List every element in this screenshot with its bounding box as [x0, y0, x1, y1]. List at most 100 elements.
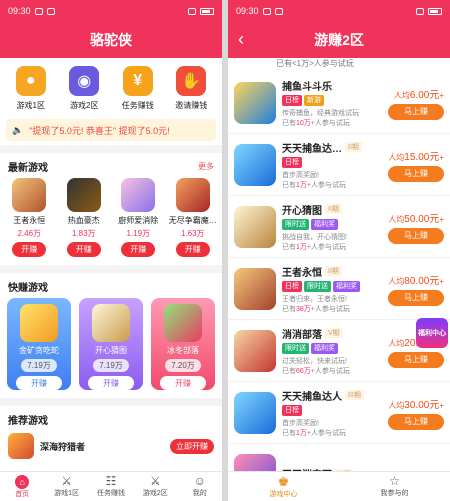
section-title: 快赚游戏	[8, 283, 48, 294]
tab-label: 游戏2区	[142, 490, 168, 497]
game-task-item[interactable]: 王者永恒 II期 日榜 限时送 福利奖 王者归来，王者永恒! 已有38万+人参与试玩 …	[228, 258, 450, 320]
participant-count: 已有1万+人参与试玩	[282, 428, 388, 438]
category-label: 邀请赚钱	[175, 101, 208, 110]
earn-now-button[interactable]: 马上赚	[388, 351, 444, 368]
participant-count: 已有38万+人参与试玩	[282, 304, 388, 314]
earn-now-button[interactable]: 马上赚	[388, 413, 444, 430]
participant-suffix: +人参与试玩	[310, 305, 350, 313]
game-card[interactable]: 无尽争霸魔… 1.63万 开赚	[167, 178, 219, 257]
category-game1[interactable]: ● 游戏1区	[7, 66, 55, 111]
reward-amount: 80.00元	[404, 275, 440, 287]
earn-now-button[interactable]: 马上赚	[388, 227, 444, 244]
game-name: 深海狩猎者	[40, 441, 86, 452]
period-badge: III期	[345, 390, 364, 400]
category-invite[interactable]: ✋ 邀请赚钱	[167, 66, 215, 111]
start-earn-button[interactable]: 立即开赚	[170, 438, 214, 454]
category-label: 游戏1区	[16, 101, 45, 110]
start-earn-button[interactable]: 开赚	[121, 242, 156, 257]
game-tag: 福利奖	[311, 342, 338, 354]
notice-bar: 🔈 "提现了5.0元! 恭喜王" 提现了5.0元!	[6, 119, 216, 141]
quick-game-card[interactable]: 金矿贪吃蛇 7.19万 开赚	[7, 298, 71, 390]
game-icon	[164, 304, 202, 342]
game-icon	[234, 453, 276, 471]
home-icon: ⌂	[15, 474, 30, 489]
quick-game-card[interactable]: 冰冬部落 7.20万 开赚	[151, 298, 215, 390]
game-name: 捕鱼斗斗乐	[282, 81, 332, 93]
welfare-center-button[interactable]: 福利中心	[416, 318, 448, 348]
game-task-item[interactable]: 天天消宝石V期	[228, 444, 450, 471]
tab-label: 我的	[192, 490, 207, 497]
tag-row: 限时送 福利奖	[282, 342, 388, 354]
game-task-item[interactable]: 捕鱼斗斗乐 日榜 新游 传奇捕鱼，经典游戏试玩 已有10万+人参与试玩 人均6.0…	[228, 72, 450, 134]
start-earn-button[interactable]: 开赚	[88, 376, 134, 390]
game-name: 王者永恒	[13, 216, 46, 225]
reward-amount: 30.00元	[404, 399, 440, 411]
tab-label: 游戏中心	[269, 490, 298, 498]
reward-amount: 50.00元	[404, 213, 440, 225]
reward-amount: 6.00元	[409, 89, 440, 101]
quick-game-card[interactable]: 开心猜图 7.19万 开赚	[79, 298, 143, 390]
earn-now-button[interactable]: 马上赚	[388, 289, 444, 306]
tab-game-center[interactable]: ♚ 游戏中心	[244, 473, 324, 499]
piggy-icon: ●	[15, 66, 46, 96]
tab-my-joined[interactable]: ☆ 我参与的	[355, 475, 435, 498]
latest-games-header: 最新游戏 更多	[0, 153, 222, 178]
start-earn-button[interactable]: 开赚	[66, 242, 101, 257]
participant-count: 已有10万+人参与试玩	[282, 118, 388, 128]
gamepad-icon: ⚔	[149, 474, 161, 488]
game-name: 冰冬部落	[167, 346, 199, 355]
participant-prefix: 已有	[282, 181, 296, 189]
game-icon	[234, 267, 276, 310]
category-task[interactable]: ¥ 任务赚钱	[114, 66, 162, 111]
tag-row: 日榜 限时送 福利奖	[282, 280, 388, 292]
tab-mine[interactable]: ☺ 我的	[178, 475, 222, 498]
game-info: 开心猜图 II期 限时送 福利奖 挑战自我，开心猜图! 已有1万+人参与试玩	[282, 202, 388, 252]
tab-game2[interactable]: ⚔ 游戏2区	[133, 475, 177, 498]
reward-text: 人均80.00元+	[388, 275, 444, 287]
participant-suffix: +人参与试玩	[306, 243, 346, 251]
game-task-item[interactable]: 天天捕鱼达… II期 日榜 首步高奖励! 已有1万+人参与试玩 人均15.00元+…	[228, 134, 450, 196]
game-desc: 首步高奖励!	[282, 419, 319, 427]
more-link[interactable]: 更多	[198, 161, 214, 172]
game-task-item[interactable]: 开心猜图 II期 限时送 福利奖 挑战自我，开心猜图! 已有1万+人参与试玩 人均5…	[228, 196, 450, 258]
participant-number: 10万	[296, 119, 311, 127]
game-name: 廚师爱消除	[118, 216, 159, 225]
game-icon	[66, 178, 101, 212]
game-icon	[234, 205, 276, 248]
reward-prefix: 人均	[388, 214, 405, 224]
back-arrow-icon[interactable]: ‹	[238, 29, 244, 50]
start-earn-button[interactable]: 开赚	[160, 376, 206, 390]
game-card[interactable]: 廚师爱消除 1.19万 开赚	[112, 178, 164, 257]
reward-text: 人均50.00元+	[388, 213, 444, 225]
recommend-header: 推荐游戏	[0, 406, 222, 431]
tab-home[interactable]: ⌂ 首页	[0, 474, 44, 499]
game-info: 王者永恒 II期 日榜 限时送 福利奖 王者归来，王者永恒! 已有38万+人参与试玩	[282, 264, 388, 314]
game-card[interactable]: 热血豪杰 1.83万 开赚	[58, 178, 110, 257]
start-earn-button[interactable]: 开赚	[16, 376, 62, 390]
game-icon	[234, 391, 276, 434]
game-icon	[234, 143, 276, 186]
tab-game1[interactable]: ⚔ 游戏1区	[45, 475, 89, 498]
start-earn-button[interactable]: 开赚	[12, 242, 47, 257]
game-card[interactable]: 王者永恒 2.46万 开赚	[3, 178, 55, 257]
battery-icon	[428, 7, 442, 15]
recommend-item[interactable]: 深海狩猎者 立即开赚	[0, 431, 222, 461]
gamepad-icon: ♚	[277, 473, 290, 489]
tag-row: 日榜	[282, 404, 388, 416]
gamepad-icon: ⚔	[61, 474, 72, 488]
start-earn-button[interactable]: 开赚	[175, 242, 210, 257]
tab-task[interactable]: ☷ 任务赚钱	[89, 475, 133, 498]
game-tag: 限时送	[282, 218, 309, 230]
reward-prefix: 人均	[388, 400, 405, 410]
category-game2[interactable]: ◉ 游戏2区	[60, 66, 108, 111]
game-task-item[interactable]: 天天捕鱼达人 III期 日榜 首步高奖励! 已有1万+人参与试玩 人均30.00元…	[228, 382, 450, 444]
reward-prefix: 人均	[388, 152, 405, 162]
gamepad-icon: ◉	[69, 66, 100, 96]
wifi-icon	[188, 7, 196, 15]
earn-now-button[interactable]: 马上赚	[388, 103, 444, 120]
game-desc: 王者归来，王者永恒!	[282, 295, 347, 303]
page-title-text: 游赚2区	[314, 32, 364, 48]
earn-now-button[interactable]: 马上赚	[388, 165, 444, 182]
tag-row: 日榜 新游	[282, 94, 388, 106]
game-icon	[92, 304, 130, 342]
